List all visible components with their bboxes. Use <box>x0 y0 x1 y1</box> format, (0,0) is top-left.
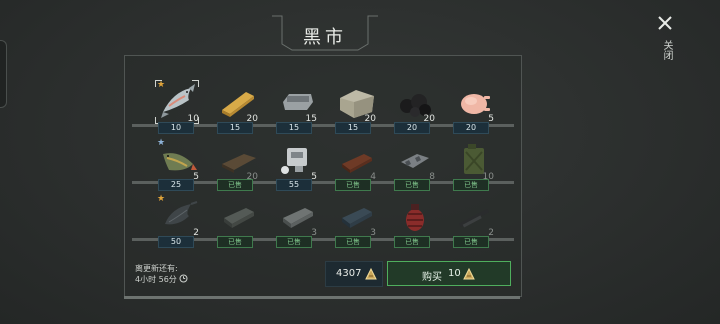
sold-badge: 已售 <box>453 179 489 191</box>
market-item-slot[interactable]: 3 <box>332 194 376 238</box>
item-quantity: 3 <box>370 228 376 238</box>
item-quantity: 8 <box>429 172 435 182</box>
price-tag: 20 <box>453 122 489 134</box>
market-item-slot[interactable]: 10 <box>450 138 494 182</box>
buy-cost: 10 <box>448 268 461 279</box>
market-item-slot[interactable]: 15 <box>273 80 317 124</box>
item-quantity: 2 <box>488 228 494 238</box>
buy-button[interactable]: 购买 10 <box>387 261 511 286</box>
price-tag: 15 <box>335 122 371 134</box>
buy-label: 购买 <box>422 272 442 283</box>
iron-ingot-icon <box>224 208 254 228</box>
currency-balance: 4307 <box>325 261 383 287</box>
market-item-slot[interactable]: ★ 10 <box>155 80 199 124</box>
market-item-slot[interactable]: 2 <box>450 194 494 238</box>
close-button[interactable] <box>654 12 676 34</box>
market-item-slot[interactable]: ★ 2 <box>155 194 199 238</box>
sold-badge: 已售 <box>335 236 371 248</box>
market-item-slot[interactable]: ★ 5 <box>155 138 199 182</box>
close-label: 关闭 <box>661 40 672 60</box>
currency-amount: 4307 <box>336 268 362 279</box>
refresh-label: 离更新还有: <box>135 264 178 273</box>
item-quantity: 2 <box>193 228 199 238</box>
market-item-slot[interactable] <box>391 194 435 238</box>
market-item-slot[interactable]: 4 <box>332 138 376 182</box>
price-tag: 25 <box>158 179 194 191</box>
market-item-slot[interactable]: 20 <box>214 138 258 182</box>
item-quantity: 5 <box>488 114 494 124</box>
sold-badge: 已售 <box>217 236 253 248</box>
market-item-slot[interactable]: 3 <box>273 194 317 238</box>
market-item-slot[interactable]: 20 <box>332 80 376 124</box>
refresh-timer: 离更新还有: 4小时 56分 <box>135 263 188 285</box>
market-item-slot[interactable] <box>214 194 258 238</box>
rarity-star-icon: ★ <box>157 194 166 204</box>
selection-frame <box>155 80 199 124</box>
clock-icon <box>179 274 188 283</box>
refresh-time: 4小时 56分 <box>135 275 177 284</box>
price-tag: 50 <box>158 236 194 248</box>
sold-badge: 已售 <box>394 236 430 248</box>
title-plate: 黑市 <box>270 14 380 52</box>
item-quantity: 4 <box>370 172 376 182</box>
market-item-slot[interactable]: 5 <box>450 80 494 124</box>
market-item-slot[interactable]: 20 <box>391 80 435 124</box>
price-tag: 15 <box>217 122 253 134</box>
sold-badge: 已售 <box>453 236 489 248</box>
token-icon <box>365 267 377 280</box>
grenade-icon <box>406 204 424 231</box>
rarity-star-icon: ★ <box>157 138 166 148</box>
item-quantity: 5 <box>311 172 317 182</box>
sold-badge: 已售 <box>394 179 430 191</box>
price-tag: 15 <box>276 122 312 134</box>
page-title: 黑市 <box>303 27 347 48</box>
item-quantity: 3 <box>311 228 317 238</box>
sold-badge: 已售 <box>335 179 371 191</box>
side-drawer-tab[interactable] <box>0 40 7 108</box>
price-tag: 20 <box>394 122 430 134</box>
close-icon <box>658 16 672 30</box>
market-item-slot[interactable]: 8 <box>391 138 435 182</box>
market-item-slot[interactable]: 5 <box>273 138 317 182</box>
price-tag: 55 <box>276 179 312 191</box>
price-tag: 10 <box>158 122 194 134</box>
panel-bottom-bar <box>124 296 520 299</box>
token-icon <box>463 267 475 280</box>
sold-badge: 已售 <box>217 179 253 191</box>
market-item-slot[interactable]: 20 <box>214 80 258 124</box>
sold-badge: 已售 <box>276 236 312 248</box>
item-quantity: 5 <box>193 172 199 182</box>
